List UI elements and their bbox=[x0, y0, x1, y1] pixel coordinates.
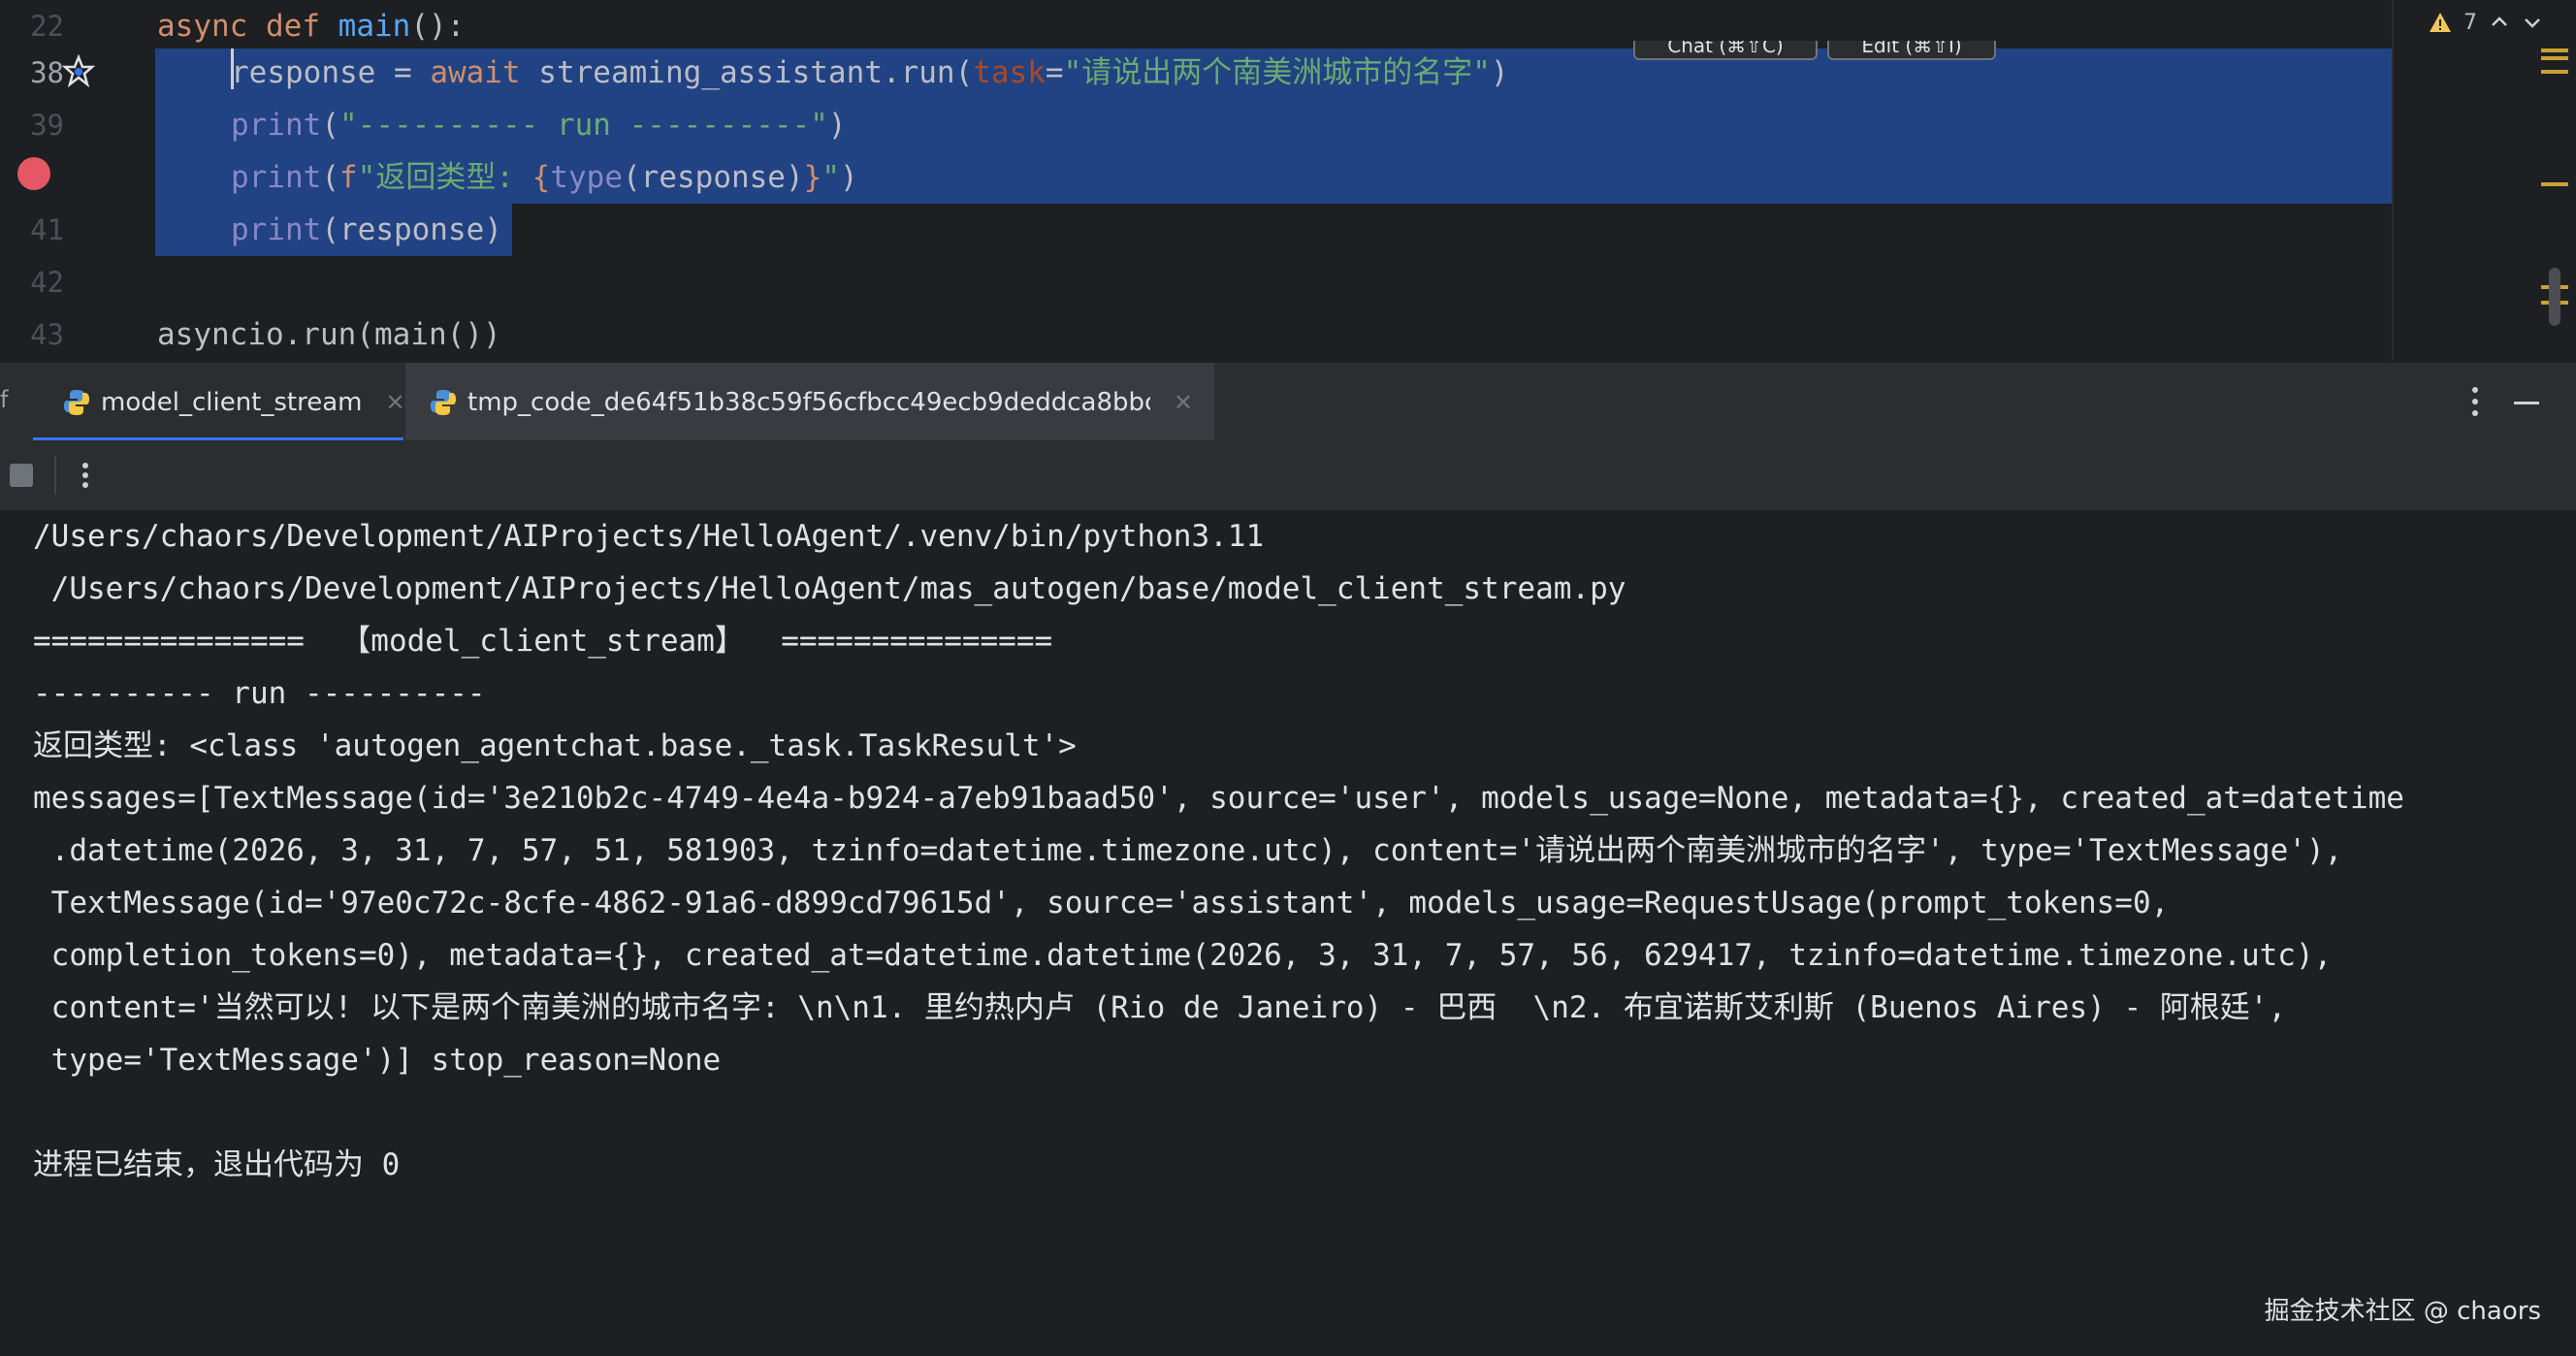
more-options-icon[interactable] bbox=[76, 456, 95, 495]
error-stripe-mark[interactable] bbox=[2541, 70, 2568, 74]
python-icon bbox=[64, 390, 89, 415]
code-editor[interactable]: 22 38 39 41 42 43 async def main(): resp… bbox=[0, 0, 2576, 361]
code-line-39: print("---------- run ----------") bbox=[231, 108, 847, 143]
ai-assistant-icon[interactable] bbox=[62, 54, 95, 87]
tab-label: model_client_stream bbox=[101, 388, 363, 417]
console-line: type='TextMessage')] stop_reason=None bbox=[33, 1043, 722, 1078]
tab-label: tmp_code_de64f51b38c59f56cfbcc49ecb9dedd… bbox=[467, 388, 1150, 417]
breakpoint-icon[interactable] bbox=[17, 157, 50, 190]
line-number: 42 bbox=[30, 266, 64, 299]
minimize-icon[interactable] bbox=[2514, 402, 2539, 404]
more-options-icon[interactable] bbox=[2463, 382, 2487, 421]
code-line-41: print(response) bbox=[231, 212, 502, 247]
toolbar-divider bbox=[54, 456, 56, 495]
console-line: /Users/chaors/Development/AIProjects/Hel… bbox=[33, 519, 1265, 554]
error-stripe-mark[interactable] bbox=[2541, 48, 2568, 52]
console-line: TextMessage(id='97e0c72c-8cfe-4862-91a6-… bbox=[33, 886, 2170, 920]
tab-tmp-code[interactable]: tmp_code_de64f51b38c59f56cfbcc49ecb9dedd… bbox=[405, 363, 1214, 442]
warnings-count: 7 bbox=[2463, 10, 2477, 35]
line-number: 41 bbox=[30, 213, 64, 246]
line-number: 39 bbox=[30, 109, 64, 142]
text-caret bbox=[231, 48, 234, 89]
console-line: 返回类型: <class 'autogen_agentchat.base._ta… bbox=[33, 728, 1077, 763]
code-line-22: async def main(): bbox=[157, 9, 466, 44]
close-icon[interactable]: ✕ bbox=[385, 389, 404, 416]
close-icon[interactable]: ✕ bbox=[1174, 389, 1193, 416]
right-margin-guide bbox=[2392, 0, 2394, 361]
stop-icon[interactable] bbox=[10, 464, 33, 487]
console-line: completion_tokens=0), metadata={}, creat… bbox=[33, 938, 2333, 973]
console-line: messages=[TextMessage(id='3e210b2c-4749-… bbox=[33, 781, 2404, 816]
console-line: /Users/chaors/Development/AIProjects/Hel… bbox=[33, 571, 1626, 606]
line-number: 38 bbox=[30, 56, 64, 89]
error-stripe-mark[interactable] bbox=[2541, 182, 2568, 186]
watermark: 掘金技术社区 @ chaors bbox=[2264, 1297, 2541, 1326]
python-icon bbox=[431, 390, 456, 415]
editor-scrollbar[interactable] bbox=[2537, 0, 2576, 361]
console-line: =============== 【model_client_stream】 ==… bbox=[33, 624, 1053, 659]
chat-inlay-button[interactable]: Chat (⌘⇧C) bbox=[1633, 41, 1818, 60]
code-line-38: response = await streaming_assistant.run… bbox=[231, 55, 1509, 90]
scrollbar-thumb[interactable] bbox=[2549, 268, 2560, 326]
console-line: content='当然可以! 以下是两个南美洲的城市名字: \n\n1. 里约热… bbox=[33, 990, 2287, 1025]
error-stripe-mark[interactable] bbox=[2541, 56, 2568, 60]
line-number: 22 bbox=[30, 10, 64, 43]
run-toolbar bbox=[0, 440, 2576, 510]
console-line: .datetime(2026, 3, 31, 7, 57, 51, 581903… bbox=[33, 833, 2343, 868]
tab-edge-fragment: f bbox=[0, 386, 9, 413]
process-exit-line: 进程已结束，退出代码为 0 bbox=[33, 1147, 401, 1182]
chevron-up-icon[interactable] bbox=[2489, 12, 2510, 33]
run-tool-window-tabs: f model_client_stream ✕ tmp_code_de64f51… bbox=[0, 361, 2576, 442]
ide-window: 22 38 39 41 42 43 async def main(): resp… bbox=[0, 0, 2576, 1356]
edit-inlay-button[interactable]: Edit (⌘⇧I) bbox=[1827, 41, 1996, 60]
run-console-output[interactable]: /Users/chaors/Development/AIProjects/Hel… bbox=[0, 510, 2576, 1356]
inspection-widget[interactable]: 7 bbox=[2429, 6, 2543, 39]
line-number: 43 bbox=[30, 318, 64, 351]
code-line-40: print(f"返回类型: {type(response)}") bbox=[231, 160, 858, 195]
warning-icon bbox=[2430, 13, 2451, 32]
console-line: ---------- run ---------- bbox=[33, 676, 486, 711]
editor-gutter[interactable]: 22 38 39 41 42 43 bbox=[0, 0, 155, 361]
tab-model-client-stream[interactable]: model_client_stream ✕ bbox=[33, 363, 405, 442]
code-line-43: asyncio.run(main()) bbox=[157, 317, 501, 352]
